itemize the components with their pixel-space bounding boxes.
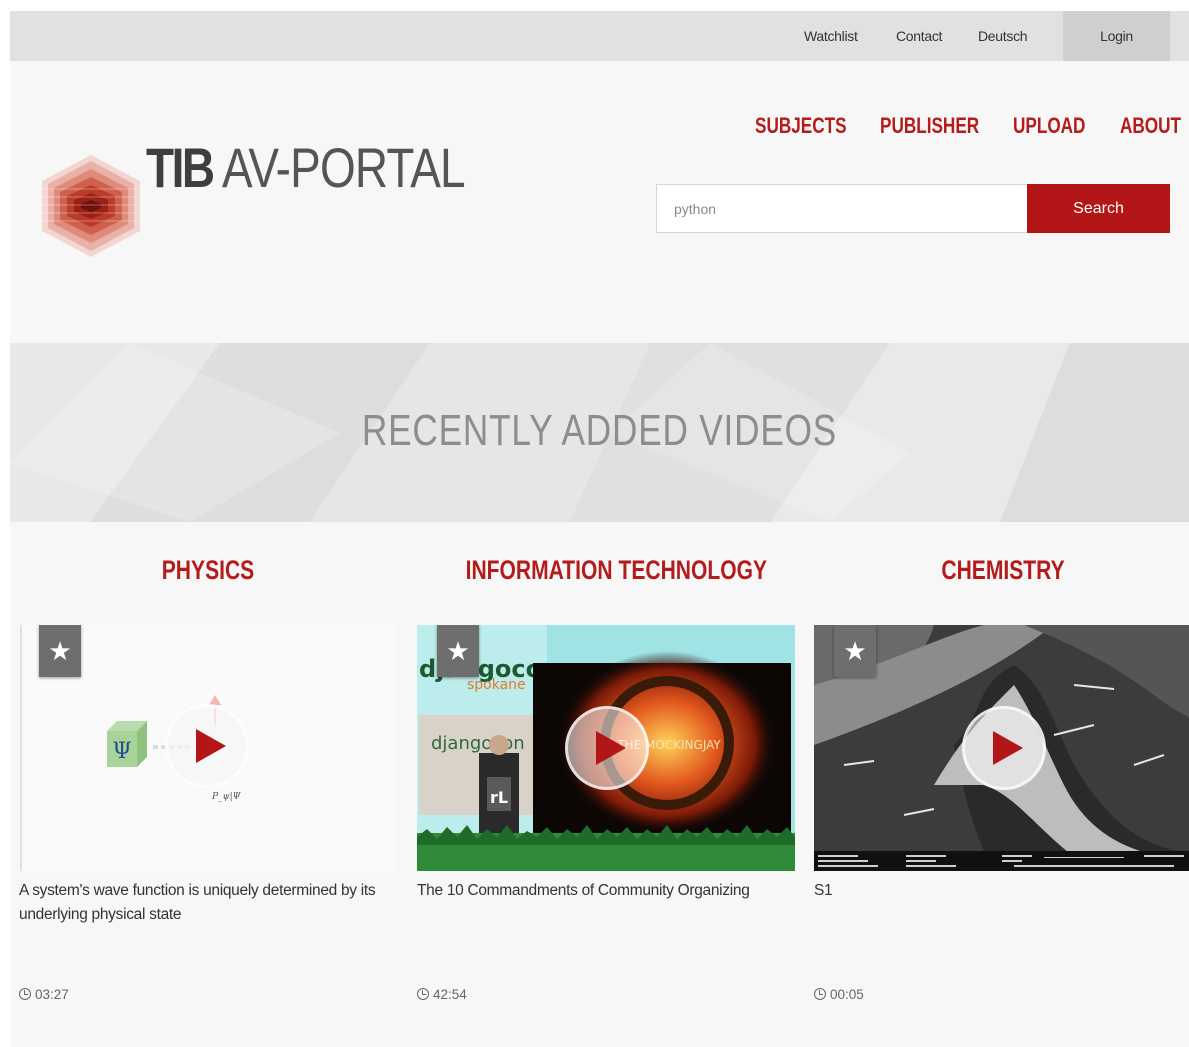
play-button[interactable] <box>565 706 649 790</box>
podium-sign-text: rL <box>490 788 508 807</box>
add-to-watchlist-button[interactable]: ★ <box>39 625 81 677</box>
star-icon: ★ <box>48 636 72 666</box>
top-utility-bar: Watchlist Contact Deutsch Login <box>10 11 1189 61</box>
nav-upload[interactable]: UPLOAD <box>1013 111 1085 141</box>
clock-icon <box>814 988 826 1000</box>
clock-icon <box>19 988 31 1000</box>
video-thumbnail[interactable]: ★ <box>814 625 1189 871</box>
video-title[interactable]: S1 <box>814 879 1189 903</box>
video-duration-value: 42:54 <box>433 987 467 1002</box>
video-duration: 00:05 <box>814 987 864 1002</box>
contact-link[interactable]: Contact <box>896 11 942 61</box>
nav-about[interactable]: ABOUT <box>1120 111 1181 141</box>
logo-wordmark-bold: TIB <box>146 136 215 199</box>
category-title-physics[interactable]: PHYSICS <box>68 553 349 587</box>
login-button[interactable]: Login <box>1063 11 1170 61</box>
projection-label: P_ψ|Ψ <box>211 792 242 802</box>
video-title[interactable]: A system's wave function is uniquely det… <box>19 879 397 927</box>
video-duration-value: 00:05 <box>830 987 864 1002</box>
play-button[interactable] <box>962 706 1046 790</box>
search-box <box>656 184 1028 233</box>
play-icon <box>993 731 1023 765</box>
banner-title: RECENTLY ADDED VIDEOS <box>361 406 838 455</box>
djangocon-city-text: spokane <box>467 677 526 693</box>
logo-wordmark[interactable]: TIB AV-PORTAL <box>146 133 466 203</box>
play-button[interactable] <box>165 704 249 788</box>
play-icon <box>196 729 226 763</box>
video-thumbnail[interactable]: djangocon spokane djangocon rL THE MOCKI… <box>417 625 795 871</box>
language-switch-link[interactable]: Deutsch <box>978 11 1028 61</box>
video-duration-value: 03:27 <box>35 987 69 1002</box>
star-icon: ★ <box>446 636 470 666</box>
video-card: ★ S1 00:05 <box>814 625 1189 1005</box>
add-to-watchlist-button[interactable]: ★ <box>834 625 876 677</box>
search-input[interactable] <box>657 185 1028 232</box>
add-to-watchlist-button[interactable]: ★ <box>437 625 479 677</box>
search-button[interactable]: Search <box>1027 184 1170 233</box>
video-duration: 42:54 <box>417 987 467 1002</box>
star-icon: ★ <box>843 636 867 666</box>
video-card: djangocon spokane djangocon rL THE MOCKI… <box>417 625 795 1005</box>
logo-icon[interactable] <box>36 151 146 261</box>
psi-symbol: Ψ <box>112 739 131 764</box>
video-card: Ψ P_ψ|Ψ ★ A system's wave function is un… <box>19 625 397 1005</box>
category-title-chemistry[interactable]: CHEMISTRY <box>863 553 1144 587</box>
clock-icon <box>417 988 429 1000</box>
video-duration: 03:27 <box>19 987 69 1002</box>
play-icon <box>596 731 626 765</box>
watchlist-link[interactable]: Watchlist <box>804 11 858 61</box>
recently-added-banner: RECENTLY ADDED VIDEOS <box>10 343 1189 522</box>
logo-wordmark-light: AV-PORTAL <box>222 136 466 199</box>
nav-subjects[interactable]: SUBJECTS <box>755 111 847 141</box>
banner-brand-text: djangocon <box>431 733 525 754</box>
category-title-information-technology[interactable]: INFORMATION TECHNOLOGY <box>466 553 767 587</box>
video-title[interactable]: The 10 Commandments of Community Organiz… <box>417 879 795 903</box>
nav-publisher[interactable]: PUBLISHER <box>880 111 979 141</box>
page: Watchlist Contact Deutsch Login TIB AV-P… <box>10 11 1189 1047</box>
video-thumbnail[interactable]: Ψ P_ψ|Ψ ★ <box>19 625 397 871</box>
